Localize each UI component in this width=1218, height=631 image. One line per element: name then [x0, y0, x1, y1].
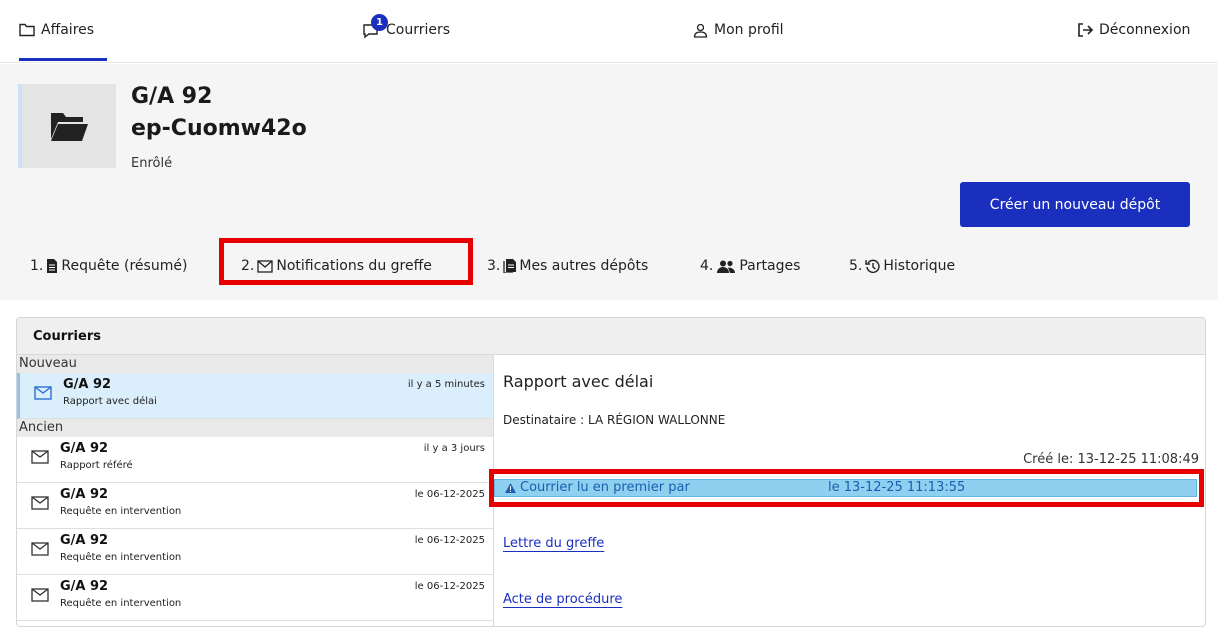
nav-courriers-label: Courriers [386, 22, 451, 38]
tab-label: Historique [883, 258, 956, 274]
mail-subject: Requête en intervention [60, 506, 182, 517]
tab-number: 3. [487, 258, 501, 274]
tab-requete[interactable]: 1. Requête (résumé) [30, 258, 187, 274]
nav-affaires-label: Affaires [41, 22, 95, 38]
nav-logout-label: Déconnexion [1099, 22, 1191, 38]
open-folder-icon [51, 113, 88, 141]
tab-label: Mes autres dépôts [519, 258, 649, 274]
create-deposit-button[interactable]: Créer un nouveau dépôt [960, 182, 1190, 227]
case-icon-box [18, 84, 116, 168]
mail-detail-title: Rapport avec délai [503, 372, 654, 391]
mail-subject: Rapport avec délai [63, 396, 157, 407]
nav-logout[interactable]: Déconnexion [1077, 22, 1190, 58]
tab-number: 1. [30, 258, 44, 274]
mail-created-date: Créé le: 13-12-25 11:08:49 [1023, 452, 1199, 467]
mail-subject: Requête en intervention [60, 598, 182, 609]
case-title: G/A 92 [131, 84, 213, 109]
mail-subject: Requête en intervention [60, 552, 182, 563]
mail-item[interactable]: G/A 92 Requête en intervention le 06-12-… [17, 529, 493, 575]
case-id: ep-Cuomw42o [131, 116, 307, 141]
mail-time: le 06-12-2025 [414, 489, 485, 500]
folder-icon [19, 23, 35, 37]
mail-time: le 06-12-2025 [414, 581, 485, 592]
envelope-icon [34, 386, 52, 400]
nav-profil-label: Mon profil [714, 22, 784, 38]
mail-item[interactable]: G/A 92 Requête en intervention le 06-12-… [17, 575, 493, 621]
highlight-box-tab [219, 238, 473, 285]
top-navigation: Affaires 1 Courriers Mon profil Déconnex… [0, 0, 1218, 63]
history-icon [865, 259, 881, 273]
envelope-icon [31, 496, 49, 510]
tab-label: Partages [739, 258, 801, 274]
group-label-old: Ancien [17, 419, 493, 437]
link-lettre-greffe[interactable]: Lettre du greffe [503, 536, 604, 551]
mail-recipient: Destinataire : LA RÉGION WALLONNE [503, 413, 726, 427]
users-icon [717, 260, 736, 273]
nav-affaires[interactable]: Affaires [19, 22, 107, 61]
mail-list: Nouveau G/A 92 Rapport avec délai il y a… [17, 355, 494, 626]
mail-item[interactable]: G/A 92 Rapport avec délai il y a 5 minut… [17, 373, 493, 419]
mail-title: G/A 92 [60, 579, 109, 594]
unread-badge: 1 [371, 14, 388, 31]
mail-time: il y a 5 minutes [407, 379, 485, 390]
mail-title: G/A 92 [63, 377, 112, 392]
mail-title: G/A 92 [60, 441, 109, 456]
highlight-box-read [489, 469, 1204, 507]
nav-profil[interactable]: Mon profil [693, 22, 784, 58]
envelope-icon [31, 588, 49, 602]
mail-item[interactable]: G/A 92 Rapport référé il y a 3 jours [17, 437, 493, 483]
case-tabs: 1. Requête (résumé) 2. Notifications du … [0, 250, 1218, 290]
case-header: G/A 92 ep-Cuomw42o Enrôlé Créer un nouve… [0, 64, 1218, 300]
active-underline [19, 58, 107, 61]
document-icon [47, 259, 58, 273]
mail-title: G/A 92 [60, 487, 109, 502]
mail-title: G/A 92 [60, 533, 109, 548]
case-status: Enrôlé [131, 156, 173, 171]
tab-historique[interactable]: 5. Historique [849, 258, 955, 274]
tab-partages[interactable]: 4. Partages [700, 258, 800, 274]
link-acte-procedure[interactable]: Acte de procédure [503, 592, 622, 607]
tab-number: 4. [700, 258, 714, 274]
tab-number: 5. [849, 258, 863, 274]
mail-time: il y a 3 jours [423, 443, 485, 454]
nav-courriers[interactable]: 1 Courriers [362, 14, 451, 58]
mail-item[interactable]: G/A 92 Requête en intervention le 06-12-… [17, 483, 493, 529]
tab-depots[interactable]: 3. Mes autres dépôts [487, 258, 648, 274]
envelope-icon [31, 450, 49, 464]
panel-title: Courriers [17, 318, 1205, 355]
documents-icon [503, 259, 517, 273]
tab-label: Requête (résumé) [61, 258, 188, 274]
user-icon [693, 23, 708, 38]
group-label-new: Nouveau [17, 355, 493, 373]
mail-time: le 06-12-2025 [414, 535, 485, 546]
envelope-icon [31, 542, 49, 556]
mail-subject: Rapport référé [60, 460, 133, 471]
logout-icon [1078, 23, 1093, 37]
